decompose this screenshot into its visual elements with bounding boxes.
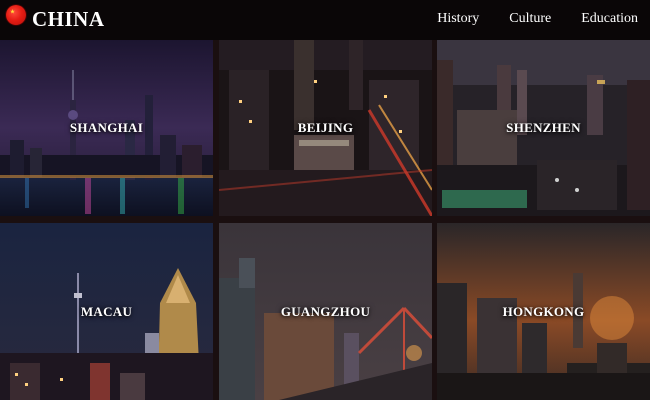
city-tile-beijing[interactable]: BEIJING xyxy=(219,40,432,216)
nav-link-education[interactable]: Education xyxy=(581,11,638,27)
city-label: MACAU xyxy=(80,303,133,319)
city-tile-shenzhen[interactable]: SHENZHEN xyxy=(437,40,650,216)
city-label: SHANGHAI xyxy=(69,120,144,135)
city-tile-guangzhou[interactable]: GUANGZHOU xyxy=(219,223,432,400)
city-label: BEIJING xyxy=(297,120,354,135)
city-gallery: SHANGHAI BEIJING SHENZHEN MACAU GUANGZHO… xyxy=(0,40,650,400)
site-title[interactable]: CHINA xyxy=(32,6,105,32)
city-tile-macau[interactable]: MACAU xyxy=(0,223,213,400)
city-label: HONGKONG xyxy=(502,303,585,319)
top-navigation-bar: CHINA History Culture Education xyxy=(0,0,650,40)
city-tile-shanghai[interactable]: SHANGHAI xyxy=(0,40,213,216)
city-label: GUANGZHOU xyxy=(280,303,371,319)
china-flag-icon xyxy=(6,5,26,25)
city-label: SHENZHEN xyxy=(506,120,581,135)
city-tile-hongkong[interactable]: HONGKONG xyxy=(437,223,650,400)
nav-link-culture[interactable]: Culture xyxy=(509,11,551,27)
main-nav: History Culture Education xyxy=(437,11,638,27)
nav-link-history[interactable]: History xyxy=(437,11,479,27)
